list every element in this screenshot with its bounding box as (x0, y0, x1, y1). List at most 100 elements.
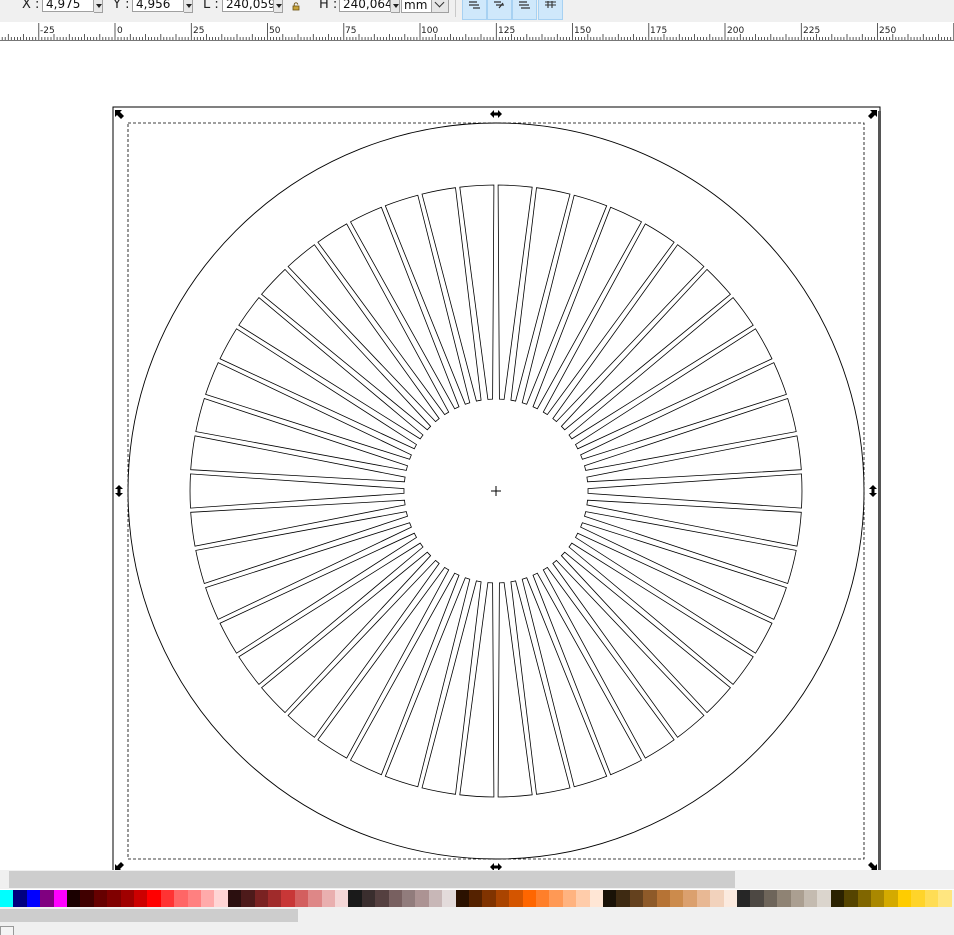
palette-swatch[interactable] (549, 890, 564, 907)
palette-swatch[interactable] (790, 890, 805, 907)
palette-swatch[interactable] (871, 890, 885, 907)
width-input[interactable] (222, 0, 274, 12)
palette-swatch[interactable] (402, 890, 416, 907)
palette-swatch[interactable] (777, 890, 792, 907)
palette-swatch[interactable] (710, 890, 725, 907)
palette-swatch[interactable] (120, 890, 135, 907)
palette-swatch[interactable] (469, 890, 483, 907)
width-spin-down-icon[interactable] (273, 0, 283, 13)
palette-swatch[interactable] (938, 890, 952, 907)
palette-swatch[interactable] (817, 890, 832, 907)
palette-swatch[interactable] (294, 890, 309, 907)
palette-swatch[interactable] (93, 890, 108, 907)
palette-swatch[interactable] (629, 890, 644, 907)
palette-swatch[interactable] (924, 890, 939, 907)
palette-swatch[interactable] (174, 890, 189, 907)
scale-stroke-toggle[interactable] (462, 0, 487, 20)
palette-swatch[interactable] (388, 890, 403, 907)
width-field[interactable] (222, 0, 283, 14)
palette-swatch[interactable] (750, 890, 765, 907)
chevron-down-icon[interactable] (431, 0, 449, 13)
palette-swatch[interactable] (348, 890, 363, 907)
palette-swatch[interactable] (147, 890, 162, 907)
palette-swatch[interactable] (911, 890, 926, 907)
palette-swatch[interactable] (227, 890, 242, 907)
color-palette[interactable] (0, 890, 954, 907)
select-tool-controls-bar: X : Y : L : H : mm (0, 0, 954, 22)
palette-swatch[interactable] (804, 890, 818, 907)
palette-swatch[interactable] (160, 890, 175, 907)
palette-swatch[interactable] (268, 890, 282, 907)
palette-swatch[interactable] (107, 890, 122, 907)
y-field[interactable] (132, 0, 193, 14)
palette-swatch[interactable] (53, 890, 68, 907)
palette-swatch[interactable] (26, 890, 41, 907)
palette-swatch[interactable] (683, 890, 698, 907)
palette-swatch[interactable] (80, 890, 95, 907)
palette-swatch[interactable] (415, 890, 430, 907)
palette-swatch[interactable] (13, 890, 28, 907)
palette-swatch[interactable] (830, 890, 845, 907)
palette-swatch[interactable] (643, 890, 658, 907)
height-spin-down-icon[interactable] (390, 0, 400, 13)
height-input[interactable] (339, 0, 391, 12)
palette-swatch[interactable] (201, 890, 215, 907)
palette-swatch[interactable] (576, 890, 591, 907)
palette-scrollbar-thumb[interactable] (0, 909, 298, 922)
palette-swatch[interactable] (844, 890, 859, 907)
palette-swatch[interactable] (281, 890, 296, 907)
move-gradients-toggle[interactable] (512, 0, 537, 20)
palette-swatch[interactable] (603, 890, 617, 907)
palette-swatch[interactable] (670, 890, 684, 907)
scale-corners-toggle[interactable] (487, 0, 512, 20)
palette-swatch[interactable] (321, 890, 336, 907)
palette-swatch[interactable] (562, 890, 577, 907)
lock-icon[interactable] (291, 0, 301, 11)
palette-swatch[interactable] (897, 890, 912, 907)
palette-swatch[interactable] (656, 890, 671, 907)
palette-swatch[interactable] (214, 890, 229, 907)
palette-swatch[interactable] (361, 890, 376, 907)
palette-swatch[interactable] (737, 890, 751, 907)
palette-swatch[interactable] (187, 890, 202, 907)
unit-select[interactable]: mm (401, 0, 449, 14)
move-patterns-toggle[interactable] (538, 0, 563, 20)
palette-swatch[interactable] (428, 890, 443, 907)
y-spin-down-icon[interactable] (183, 0, 193, 13)
palette-swatch[interactable] (67, 890, 81, 907)
palette-swatch[interactable] (375, 890, 390, 907)
ruler-label: -25 (40, 26, 55, 36)
palette-swatch[interactable] (254, 890, 269, 907)
palette-swatch[interactable] (616, 890, 631, 907)
palette-swatch[interactable] (509, 890, 524, 907)
palette-swatch[interactable] (522, 890, 537, 907)
palette-swatch[interactable] (723, 890, 738, 907)
palette-scrollbar[interactable] (0, 907, 954, 924)
palette-swatch[interactable] (589, 890, 604, 907)
y-input[interactable] (132, 0, 184, 12)
x-input[interactable] (42, 0, 94, 12)
palette-swatch[interactable] (884, 890, 899, 907)
x-spin-down-icon[interactable] (93, 0, 103, 13)
palette-swatch[interactable] (482, 890, 497, 907)
horizontal-ruler[interactable]: -25 0 25 50 75 100 125 150 175 200 225 2… (0, 22, 954, 41)
palette-swatch[interactable] (308, 890, 323, 907)
palette-swatch[interactable] (335, 890, 349, 907)
palette-swatch[interactable] (763, 890, 778, 907)
palette-swatch[interactable] (241, 890, 256, 907)
palette-swatch[interactable] (857, 890, 872, 907)
drawing-canvas[interactable] (0, 41, 954, 870)
horizontal-scrollbar[interactable] (0, 870, 954, 889)
palette-swatch[interactable] (455, 890, 470, 907)
palette-swatch[interactable] (495, 890, 510, 907)
palette-swatch[interactable] (0, 890, 14, 907)
scrollbar-thumb[interactable] (9, 871, 735, 888)
height-field[interactable] (339, 0, 400, 14)
x-field[interactable] (42, 0, 103, 14)
palette-swatch[interactable] (696, 890, 711, 907)
fill-stroke-indicator[interactable] (0, 926, 14, 935)
palette-swatch[interactable] (40, 890, 55, 907)
palette-swatch[interactable] (442, 890, 457, 907)
palette-swatch[interactable] (134, 890, 148, 907)
palette-swatch[interactable] (536, 890, 550, 907)
